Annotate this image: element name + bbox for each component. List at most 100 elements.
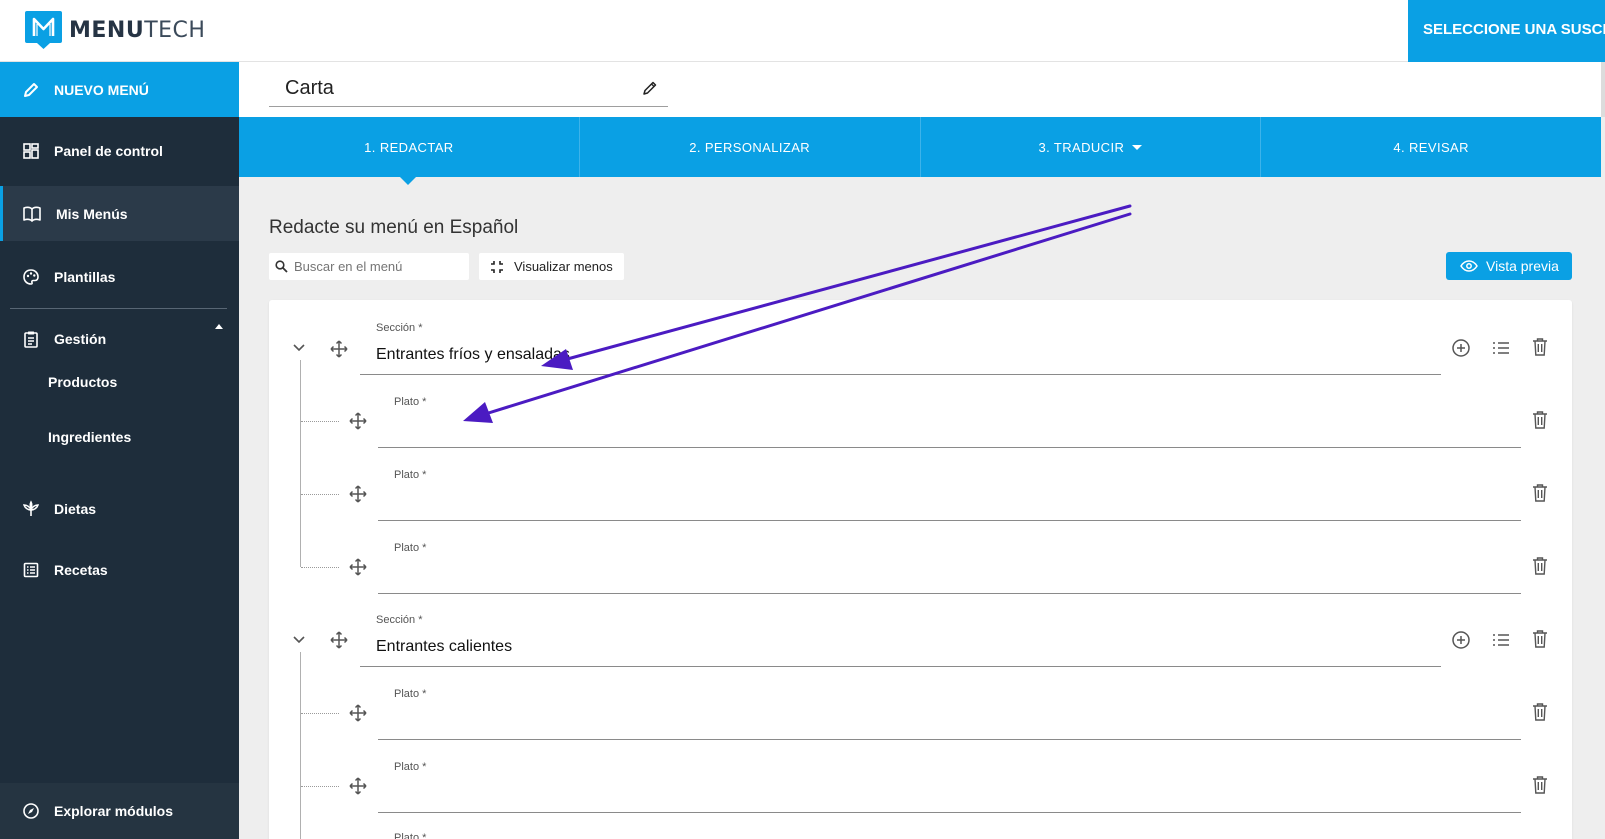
active-step-pointer xyxy=(400,177,416,185)
tab-review[interactable]: 4. REVISAR xyxy=(1261,117,1601,177)
sidebar-item-dashboard[interactable]: Panel de control xyxy=(0,123,239,178)
sidebar-item-management[interactable]: Gestión xyxy=(0,311,239,366)
section-field-label: Sección * xyxy=(376,322,423,334)
explore-modules-button[interactable]: Explorar módulos xyxy=(0,783,239,839)
dropdown-caret-icon xyxy=(1132,144,1143,150)
brand-name: MENUTECH xyxy=(69,17,206,43)
dish-underline xyxy=(378,739,1521,740)
step-label: 3. TRADUCIR xyxy=(1038,139,1125,155)
top-bar: MENUTECH SELECCIONE UNA SUSCRI xyxy=(0,0,1605,62)
recipe-list-icon xyxy=(23,562,39,577)
tab-write[interactable]: 1. REDACTAR xyxy=(239,117,580,177)
section-underline xyxy=(360,666,1441,667)
dish-field-label: Plato * xyxy=(394,469,427,481)
sidebar-item-diets[interactable]: Dietas xyxy=(0,481,239,536)
sidebar-item-label: Panel de control xyxy=(54,142,163,159)
preview-button[interactable]: Vista previa xyxy=(1446,252,1572,280)
dish-underline xyxy=(378,520,1521,521)
trash-icon[interactable] xyxy=(1532,411,1548,429)
clipboard-icon xyxy=(24,331,38,348)
sidebar-item-label: Dietas xyxy=(54,500,97,517)
dish-name-input[interactable] xyxy=(378,773,1520,811)
sidebar-item-my-menus[interactable]: Mis Menús xyxy=(0,186,239,241)
preview-label: Vista previa xyxy=(1486,258,1559,274)
dish-name-input[interactable] xyxy=(378,408,1520,446)
add-circle-icon[interactable] xyxy=(1451,630,1471,650)
drag-move-icon[interactable] xyxy=(348,776,368,796)
collapse-caret-icon[interactable] xyxy=(215,324,223,329)
step-label: 2. PERSONALIZAR xyxy=(689,139,811,155)
view-less-label: Visualizar menos xyxy=(514,259,613,274)
dish-field-label: Plato * xyxy=(394,688,427,700)
collapse-icon xyxy=(491,260,503,273)
drag-move-icon[interactable] xyxy=(329,630,349,650)
editor-heading: Redacte su menú en Español xyxy=(269,217,519,238)
add-circle-icon[interactable] xyxy=(1451,338,1471,358)
menutech-logo-icon xyxy=(25,11,62,49)
tree-branch xyxy=(301,494,339,495)
sidebar-item-templates[interactable]: Plantillas xyxy=(0,249,239,304)
edit-pencil-icon[interactable] xyxy=(642,80,658,96)
tab-customize[interactable]: 2. PERSONALIZAR xyxy=(580,117,921,177)
menu-title[interactable]: Carta xyxy=(285,77,334,100)
dish-name-input[interactable] xyxy=(378,700,1520,738)
sidebar-item-label: Gestión xyxy=(54,330,107,347)
drag-move-icon[interactable] xyxy=(348,703,368,723)
drag-move-icon[interactable] xyxy=(348,484,368,504)
tree-branch xyxy=(301,786,339,787)
dish-name-input[interactable] xyxy=(378,554,1520,592)
select-subscription-button[interactable]: SELECCIONE UNA SUSCRI xyxy=(1408,0,1605,62)
trash-icon[interactable] xyxy=(1532,484,1548,502)
brand-logo[interactable]: MENUTECH xyxy=(25,11,205,49)
search-icon xyxy=(275,260,288,273)
list-icon[interactable] xyxy=(1492,341,1510,355)
sidebar-item-label: Plantillas xyxy=(54,268,116,285)
drag-move-icon[interactable] xyxy=(329,339,349,359)
dish-name-input[interactable] xyxy=(378,481,1520,519)
tree-line xyxy=(300,652,301,839)
palette-icon xyxy=(23,268,39,285)
trash-icon[interactable] xyxy=(1532,338,1548,356)
trash-icon[interactable] xyxy=(1532,776,1548,794)
drag-move-icon[interactable] xyxy=(348,557,368,577)
chevron-down-icon[interactable] xyxy=(292,635,306,645)
sidebar-subitem-ingredients[interactable]: Ingredientes xyxy=(48,429,131,445)
trash-icon[interactable] xyxy=(1532,557,1548,575)
list-icon[interactable] xyxy=(1492,633,1510,647)
section-name-input[interactable]: Entrantes fríos y ensaladas xyxy=(376,346,570,364)
dish-underline xyxy=(378,447,1521,448)
section-underline xyxy=(360,374,1441,375)
pencil-icon xyxy=(24,82,38,97)
trash-icon[interactable] xyxy=(1532,703,1548,721)
dish-field-label: Plato * xyxy=(394,542,427,554)
menu-search-box[interactable] xyxy=(269,253,469,280)
chevron-down-icon[interactable] xyxy=(292,343,306,353)
sidebar-item-label: Recetas xyxy=(54,561,108,578)
tree-branch xyxy=(301,421,339,422)
section-name-input[interactable]: Entrantes calientes xyxy=(376,638,512,656)
dashboard-icon xyxy=(23,142,39,159)
wizard-steps: 1. REDACTAR 2. PERSONALIZAR 3. TRADUCIR … xyxy=(239,117,1601,177)
eye-icon xyxy=(1460,260,1478,272)
dish-underline xyxy=(378,593,1521,594)
tree-line xyxy=(300,360,301,567)
sidebar-subitem-products[interactable]: Productos xyxy=(48,374,117,390)
explore-modules-label: Explorar módulos xyxy=(54,803,174,819)
search-input[interactable] xyxy=(294,259,454,274)
tab-translate[interactable]: 3. TRADUCIR xyxy=(921,117,1262,177)
new-menu-button[interactable]: NUEVO MENÚ xyxy=(0,62,239,117)
step-label: 4. REVISAR xyxy=(1393,139,1469,155)
drag-move-icon[interactable] xyxy=(348,411,368,431)
menu-title-field[interactable]: Carta xyxy=(269,72,668,107)
view-less-button[interactable]: Visualizar menos xyxy=(479,253,624,280)
sidebar-divider xyxy=(10,308,227,309)
menu-title-bar: Carta xyxy=(239,62,1601,117)
trash-icon[interactable] xyxy=(1532,630,1548,648)
scrollbar-edge xyxy=(1601,62,1605,117)
sidebar-item-recipes[interactable]: Recetas xyxy=(0,542,239,597)
dish-underline xyxy=(378,812,1521,813)
dish-field-label: Plato * xyxy=(394,761,427,773)
section-field-label: Sección * xyxy=(376,614,423,626)
sprout-icon xyxy=(22,499,40,516)
new-menu-label: NUEVO MENÚ xyxy=(54,81,149,98)
